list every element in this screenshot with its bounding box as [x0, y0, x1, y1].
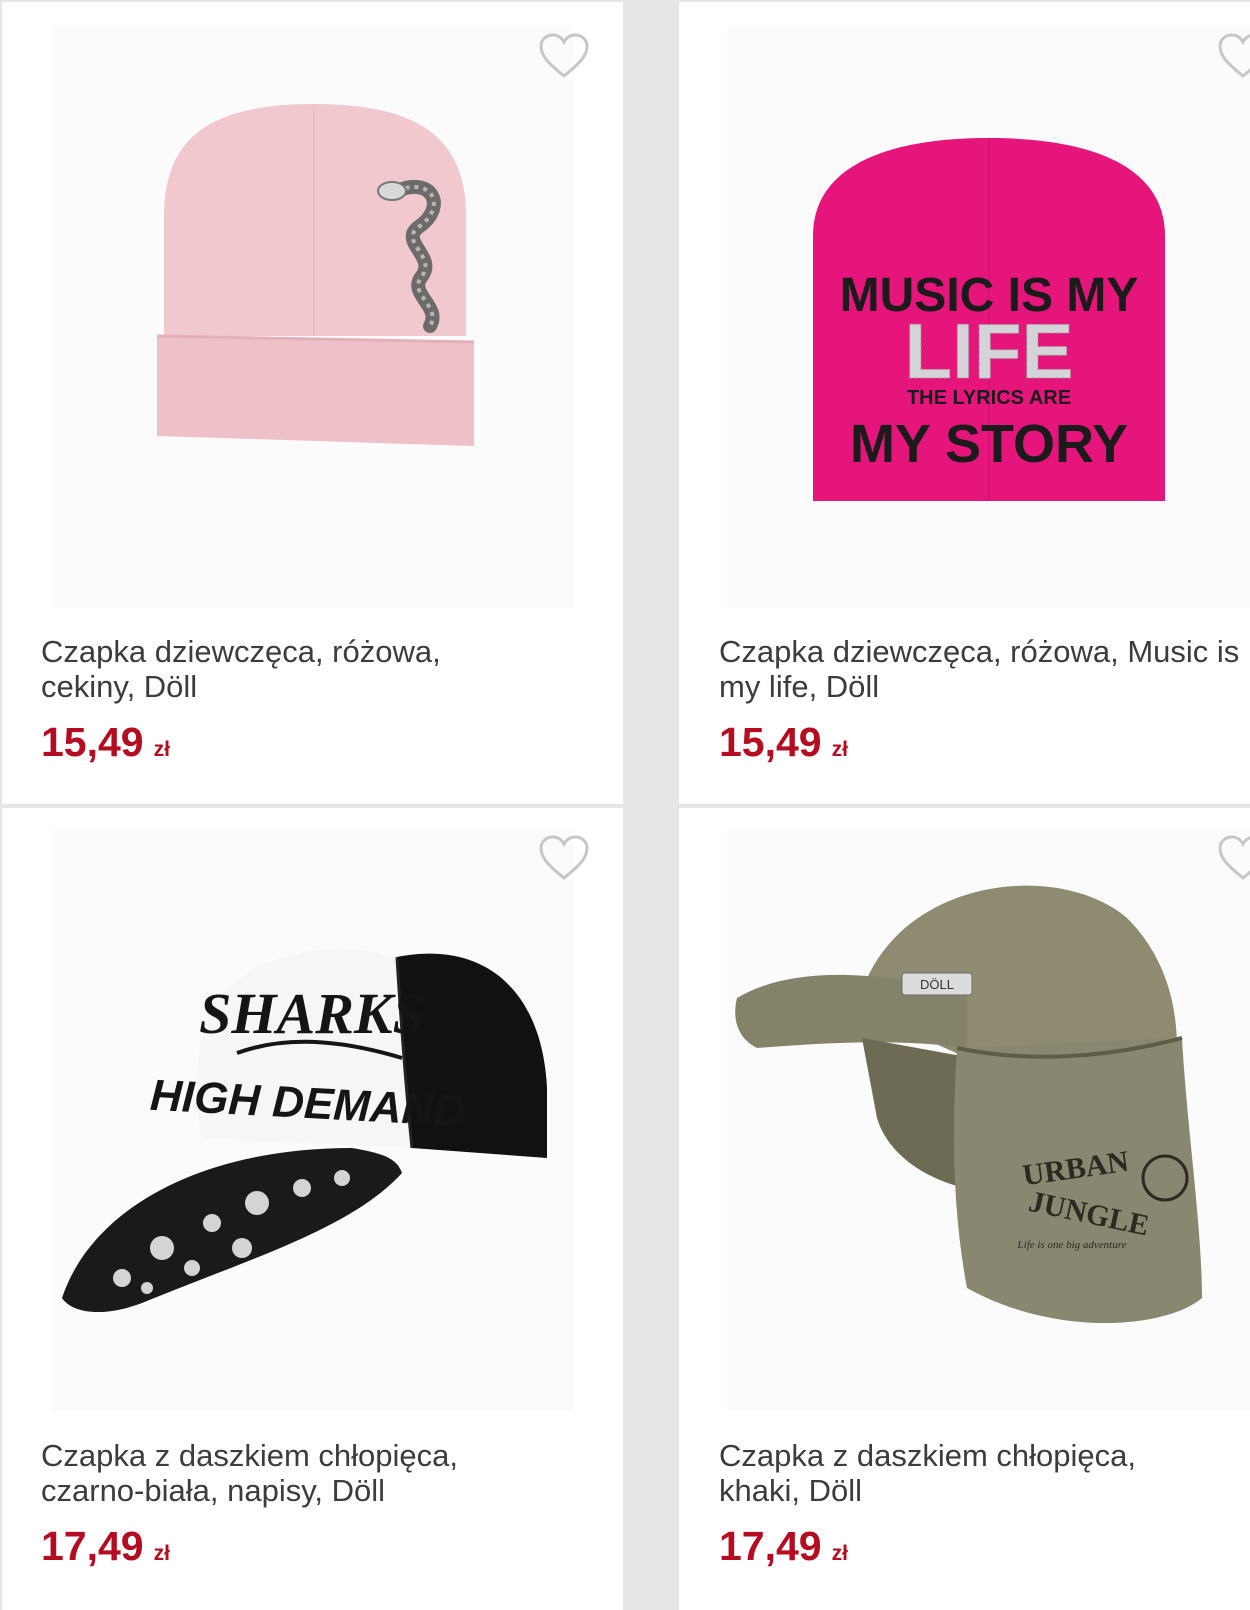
print-line4: MY STORY — [850, 414, 1128, 474]
black-white-cap-image: SHARKS HIGH DEMAND — [62, 948, 547, 1313]
price-currency: zł — [831, 1542, 848, 1565]
product-price: 15,49 zł — [719, 720, 848, 772]
product-title[interactable]: Czapka z daszkiem chłopięca, khaki, Döll — [719, 1438, 1199, 1508]
print-line2: LIFE — [905, 307, 1074, 395]
khaki-cap-image: DÖLL URBAN JUNGLE Life is one big advent… — [735, 885, 1202, 1323]
product-image[interactable]: DÖLL URBAN JUNGLE Life is one big advent… — [727, 828, 1250, 1410]
price-currency: zł — [153, 738, 170, 761]
product-card[interactable]: Czapka dziewczęca, różowa, cekiny, Döll … — [2, 2, 623, 804]
product-title[interactable]: Czapka z daszkiem chłopięca, czarno-biał… — [41, 1438, 521, 1508]
badge-text: DÖLL — [920, 977, 954, 992]
product-card[interactable]: MUSIC IS MY LIFE THE LYRICS ARE MY STORY… — [679, 2, 1250, 804]
product-price: 15,49 zł — [41, 720, 170, 772]
price-currency: zł — [831, 738, 848, 761]
product-image[interactable]: MUSIC IS MY LIFE THE LYRICS ARE MY STORY — [727, 26, 1250, 608]
product-image[interactable]: SHARKS HIGH DEMAND — [52, 828, 574, 1410]
product-price: 17,49 zł — [41, 1524, 170, 1576]
print-line3: THE LYRICS ARE — [907, 387, 1071, 409]
wishlist-heart-icon[interactable] — [538, 32, 590, 80]
wishlist-heart-icon[interactable] — [1217, 32, 1250, 80]
price-value: 17,49 — [41, 1523, 144, 1569]
product-card[interactable]: DÖLL URBAN JUNGLE Life is one big advent… — [679, 808, 1250, 1610]
print-line3: Life is one big adventure — [1017, 1239, 1127, 1251]
pink-beanie-image — [156, 104, 475, 446]
product-image[interactable] — [52, 26, 574, 608]
price-value: 15,49 — [41, 719, 144, 765]
price-currency: zł — [153, 1542, 170, 1565]
product-title[interactable]: Czapka dziewczęca, różowa, cekiny, Döll — [41, 634, 501, 704]
product-card[interactable]: SHARKS HIGH DEMAND Czapka z daszkiem chł… — [2, 808, 623, 1610]
wishlist-heart-icon[interactable] — [538, 834, 590, 882]
product-price: 17,49 zł — [719, 1524, 848, 1576]
product-title[interactable]: Czapka dziewczęca, różowa, Music is my l… — [719, 634, 1250, 704]
wishlist-heart-icon[interactable] — [1217, 834, 1250, 882]
magenta-beanie-image: MUSIC IS MY LIFE THE LYRICS ARE MY STORY — [813, 138, 1165, 501]
price-value: 15,49 — [719, 719, 822, 765]
price-value: 17,49 — [719, 1523, 822, 1569]
print-line1: SHARKS — [199, 981, 425, 1046]
